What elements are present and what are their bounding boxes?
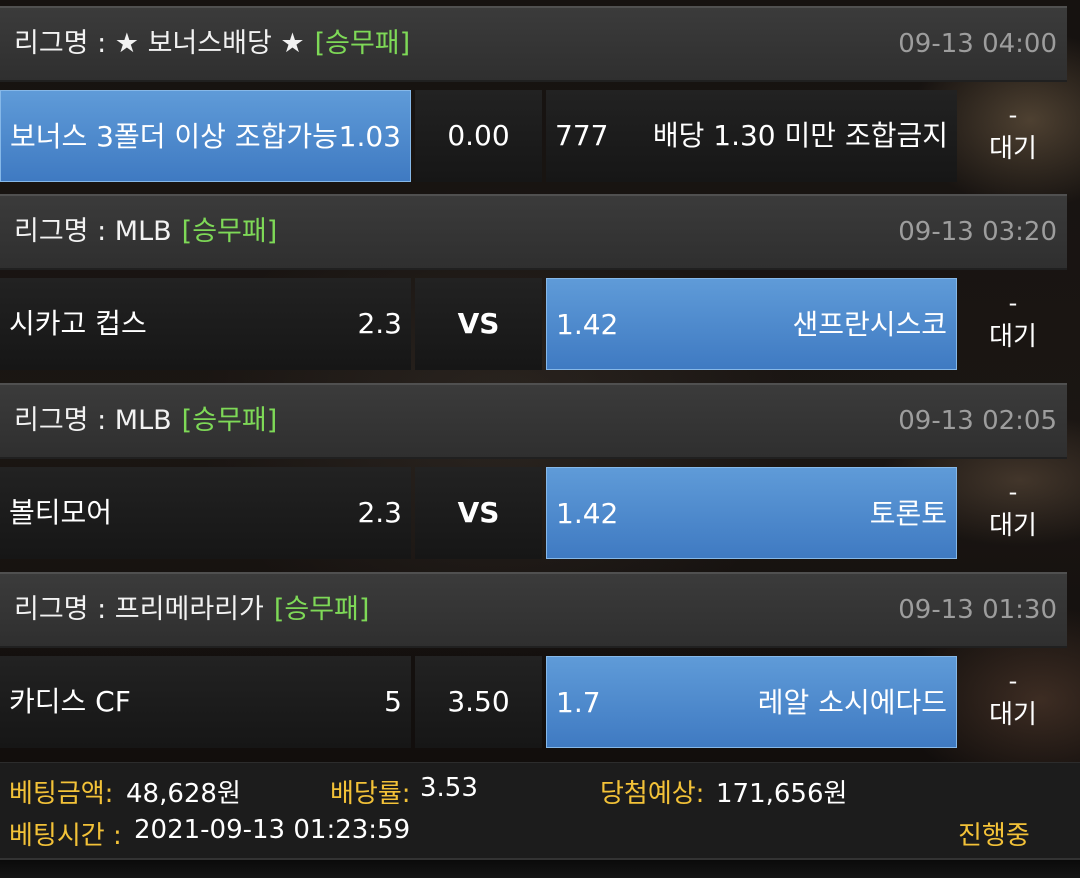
home-team: 보너스 3폴더 이상 조합가능 — [10, 120, 338, 153]
odds-label: 배당률: — [330, 779, 411, 809]
bet-type-tag: [승무패] — [181, 405, 278, 436]
home-odds: 2.3 — [357, 307, 402, 340]
game-time: 09-13 03:20 — [898, 217, 1057, 247]
league-name: 리그명 : MLB [승무패] — [14, 196, 277, 268]
bottom-divider — [0, 858, 1080, 878]
draw-selection[interactable]: 0.00 — [415, 90, 542, 182]
game-time: 09-13 02:05 — [898, 406, 1057, 436]
away-odds: 1.7 — [556, 686, 601, 719]
away-selection[interactable]: 1.7 레알 소시에다드 — [546, 656, 957, 748]
away-team: 레알 소시에다드 — [757, 686, 947, 719]
bet-status: - 대기 — [959, 278, 1067, 370]
away-selection[interactable]: 777 배당 1.30 미만 조합금지 — [546, 90, 957, 182]
away-selection[interactable]: 1.42 토론토 — [546, 467, 957, 559]
bet-time-label: 베팅시간 : — [9, 821, 122, 851]
league-prefix: 리그명 : — [14, 594, 115, 625]
league-title: ★ 보너스배당 ★ — [114, 28, 305, 59]
home-selection[interactable]: 카디스 CF 5 — [0, 656, 411, 748]
expected-win-label: 당첨예상: — [600, 779, 705, 809]
away-team: 토론토 — [869, 497, 947, 530]
vs-label: VS — [415, 278, 542, 370]
league-prefix: 리그명 : — [14, 216, 115, 247]
away-team: 샌프란시스코 — [792, 308, 947, 341]
status-dash: - — [1008, 478, 1018, 506]
bet-status: - 대기 — [959, 90, 1067, 182]
progress-status: 진행중 — [958, 821, 1030, 851]
away-team: 배당 1.30 미만 조합금지 — [652, 119, 948, 152]
game-time: 09-13 04:00 — [898, 29, 1057, 59]
home-selection[interactable]: 볼티모어 2.3 — [0, 467, 411, 559]
bet-amount-value: 48,628원 — [126, 779, 241, 809]
bet-time-value: 2021-09-13 01:23:59 — [134, 815, 411, 845]
bet-type-tag: [승무패] — [273, 594, 370, 625]
league-header: 리그명 : 프리메라리가 [승무패] 09-13 01:30 — [0, 572, 1067, 648]
bet-summary: 베팅금액: 48,628원 배당률: 3.53 당첨예상: 171,656원 베… — [0, 762, 1080, 859]
status-text: 대기 — [989, 511, 1037, 541]
league-name: 리그명 : MLB [승무패] — [14, 385, 277, 457]
status-text: 대기 — [989, 134, 1037, 164]
home-team: 카디스 CF — [9, 685, 131, 718]
league-name: 리그명 : 프리메라리가 [승무패] — [14, 574, 369, 646]
expected-win-value: 171,656원 — [716, 779, 848, 809]
league-header: 리그명 : MLB [승무패] 09-13 02:05 — [0, 383, 1067, 459]
league-title: MLB — [114, 216, 172, 247]
league-header: 리그명 : MLB [승무패] 09-13 03:20 — [0, 194, 1067, 270]
home-team: 볼티모어 — [9, 496, 113, 529]
bet-type-tag: [승무패] — [314, 28, 411, 59]
home-odds: 2.3 — [357, 496, 402, 529]
status-text: 대기 — [989, 322, 1037, 352]
league-title: 프리메라리가 — [114, 594, 264, 625]
bet-type-tag: [승무패] — [181, 216, 278, 247]
bet-status: - 대기 — [959, 656, 1067, 748]
status-text: 대기 — [989, 700, 1037, 730]
away-odds: 777 — [555, 119, 609, 152]
odds-value: 3.53 — [420, 773, 478, 803]
league-title: MLB — [114, 405, 172, 436]
vs-label: VS — [415, 467, 542, 559]
home-selection[interactable]: 보너스 3폴더 이상 조합가능 1.03 — [0, 90, 411, 182]
home-odds: 5 — [384, 685, 402, 718]
league-header: 리그명 : ★ 보너스배당 ★ [승무패] 09-13 04:00 — [0, 6, 1067, 82]
game-time: 09-13 01:30 — [898, 595, 1057, 625]
away-selection[interactable]: 1.42 샌프란시스코 — [546, 278, 957, 370]
home-team: 시카고 컵스 — [9, 307, 147, 340]
status-dash: - — [1008, 289, 1018, 317]
status-dash: - — [1008, 101, 1018, 129]
draw-selection[interactable]: 3.50 — [415, 656, 542, 748]
league-prefix: 리그명 : — [14, 405, 115, 436]
bet-amount-label: 베팅금액: — [9, 779, 114, 809]
league-name: 리그명 : ★ 보너스배당 ★ [승무패] — [14, 8, 410, 80]
home-odds: 1.03 — [338, 120, 401, 153]
away-odds: 1.42 — [556, 497, 619, 530]
away-odds: 1.42 — [556, 308, 619, 341]
league-prefix: 리그명 : — [14, 28, 115, 59]
status-dash: - — [1008, 667, 1018, 695]
bet-status: - 대기 — [959, 467, 1067, 559]
home-selection[interactable]: 시카고 컵스 2.3 — [0, 278, 411, 370]
